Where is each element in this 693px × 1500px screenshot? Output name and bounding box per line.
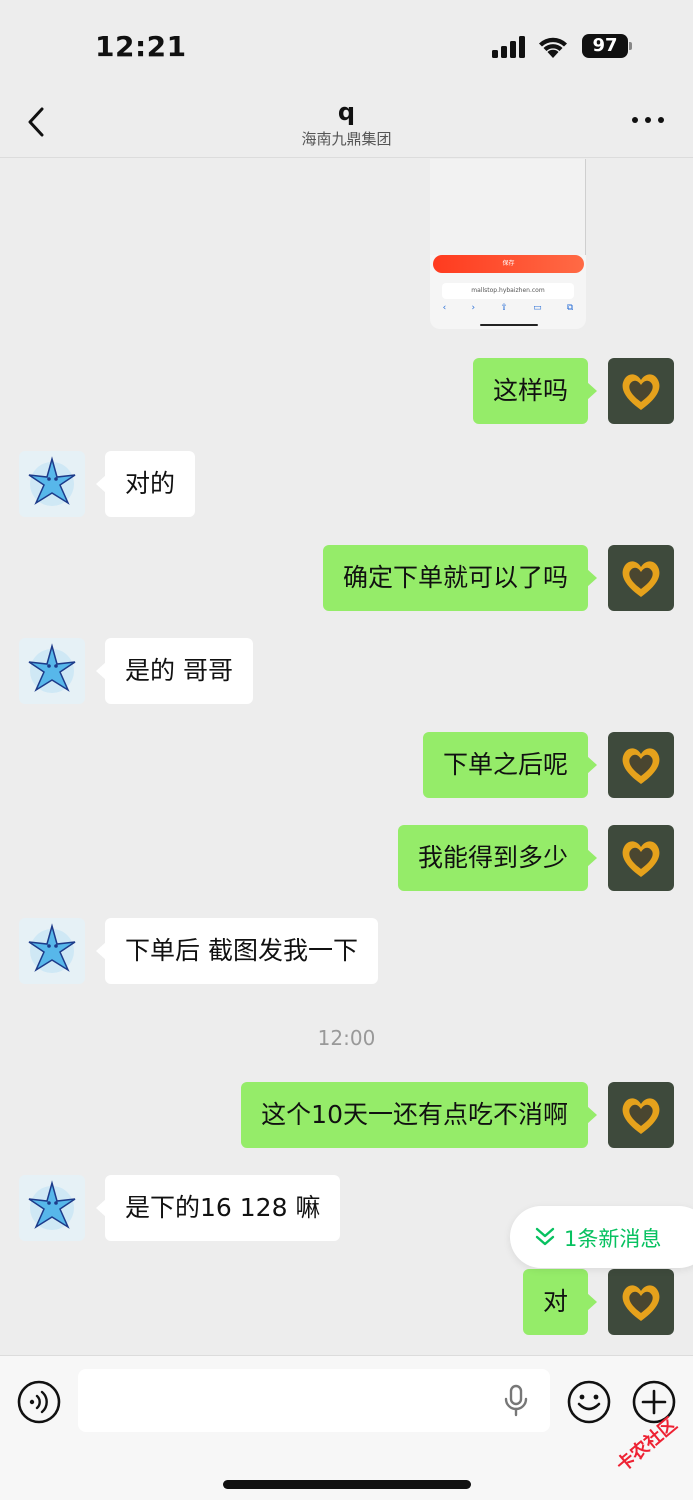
chat-subtitle: 海南九鼎集团 xyxy=(301,130,392,148)
more-button[interactable] xyxy=(630,110,666,130)
chat-header: q 海南九鼎集团 xyxy=(0,90,693,158)
avatar-self[interactable] xyxy=(608,1269,674,1335)
double-chevron-down-icon xyxy=(535,1227,555,1246)
watermark-text: 卡农社区 xyxy=(612,1413,682,1477)
status-bar: 12:21 97 xyxy=(0,0,693,90)
message-bubble-sent[interactable]: 我能得到多少 xyxy=(397,825,598,891)
microphone-icon[interactable] xyxy=(503,1384,529,1422)
new-messages-button[interactable]: 1条新消息 xyxy=(510,1206,693,1268)
message-bubble-sent[interactable]: 下单之后呢 xyxy=(422,732,598,798)
signal-icon xyxy=(492,36,528,62)
avatar-contact[interactable] xyxy=(19,1175,85,1241)
avatar-contact[interactable] xyxy=(19,451,85,517)
avatar-self[interactable] xyxy=(608,545,674,611)
new-messages-label: 1条新消息 xyxy=(564,1227,662,1251)
message-bubble-received[interactable]: 对的 xyxy=(95,451,196,517)
chat-title: q xyxy=(337,98,356,126)
battery-icon: 97 xyxy=(582,34,632,58)
message-list[interactable]: 保存 mallstop.hybaizhen.com ‹ › ⇪ ▭ ⧉ 这样吗 对的 确… xyxy=(0,159,693,1355)
input-bar: 卡农社区 xyxy=(0,1355,693,1500)
message-bubble-sent[interactable]: 确定下单就可以了吗 xyxy=(322,545,598,611)
preview-url: mallstop.hybaizhen.com xyxy=(442,283,574,299)
voice-mode-button[interactable] xyxy=(17,1380,61,1428)
message-bubble-received[interactable]: 是的 哥哥 xyxy=(96,638,253,704)
preview-toolbar: ‹ › ⇪ ▭ ⧉ xyxy=(442,303,574,313)
message-bubble-sent[interactable]: 对 xyxy=(522,1269,598,1335)
wifi-icon xyxy=(537,34,569,62)
avatar-self[interactable] xyxy=(608,1082,674,1148)
home-indicator xyxy=(223,1480,471,1489)
status-time: 12:21 xyxy=(95,30,187,63)
image-message[interactable]: 保存 mallstop.hybaizhen.com ‹ › ⇪ ▭ ⧉ xyxy=(430,159,586,329)
preview-save-button: 保存 xyxy=(433,255,584,273)
avatar-self[interactable] xyxy=(608,732,674,798)
message-timestamp: 12:00 xyxy=(317,1026,376,1050)
message-bubble-received[interactable]: 是下的16 128 嘛 xyxy=(95,1175,341,1241)
avatar-self[interactable] xyxy=(608,358,674,424)
more-dots-icon xyxy=(632,117,664,123)
avatar-self[interactable] xyxy=(608,825,674,891)
message-bubble-sent[interactable]: 这个10天一还有点吃不消啊 xyxy=(241,1082,597,1148)
message-input[interactable] xyxy=(78,1369,550,1432)
battery-level: 97 xyxy=(582,34,628,58)
watermark-logo: 卡农社区 xyxy=(590,1413,690,1483)
avatar-contact[interactable] xyxy=(19,638,85,704)
voice-icon xyxy=(17,1380,61,1424)
message-bubble-received[interactable]: 下单后 截图发我一下 xyxy=(96,918,378,984)
message-bubble-sent[interactable]: 这样吗 xyxy=(472,358,598,424)
avatar-contact[interactable] xyxy=(19,918,85,984)
